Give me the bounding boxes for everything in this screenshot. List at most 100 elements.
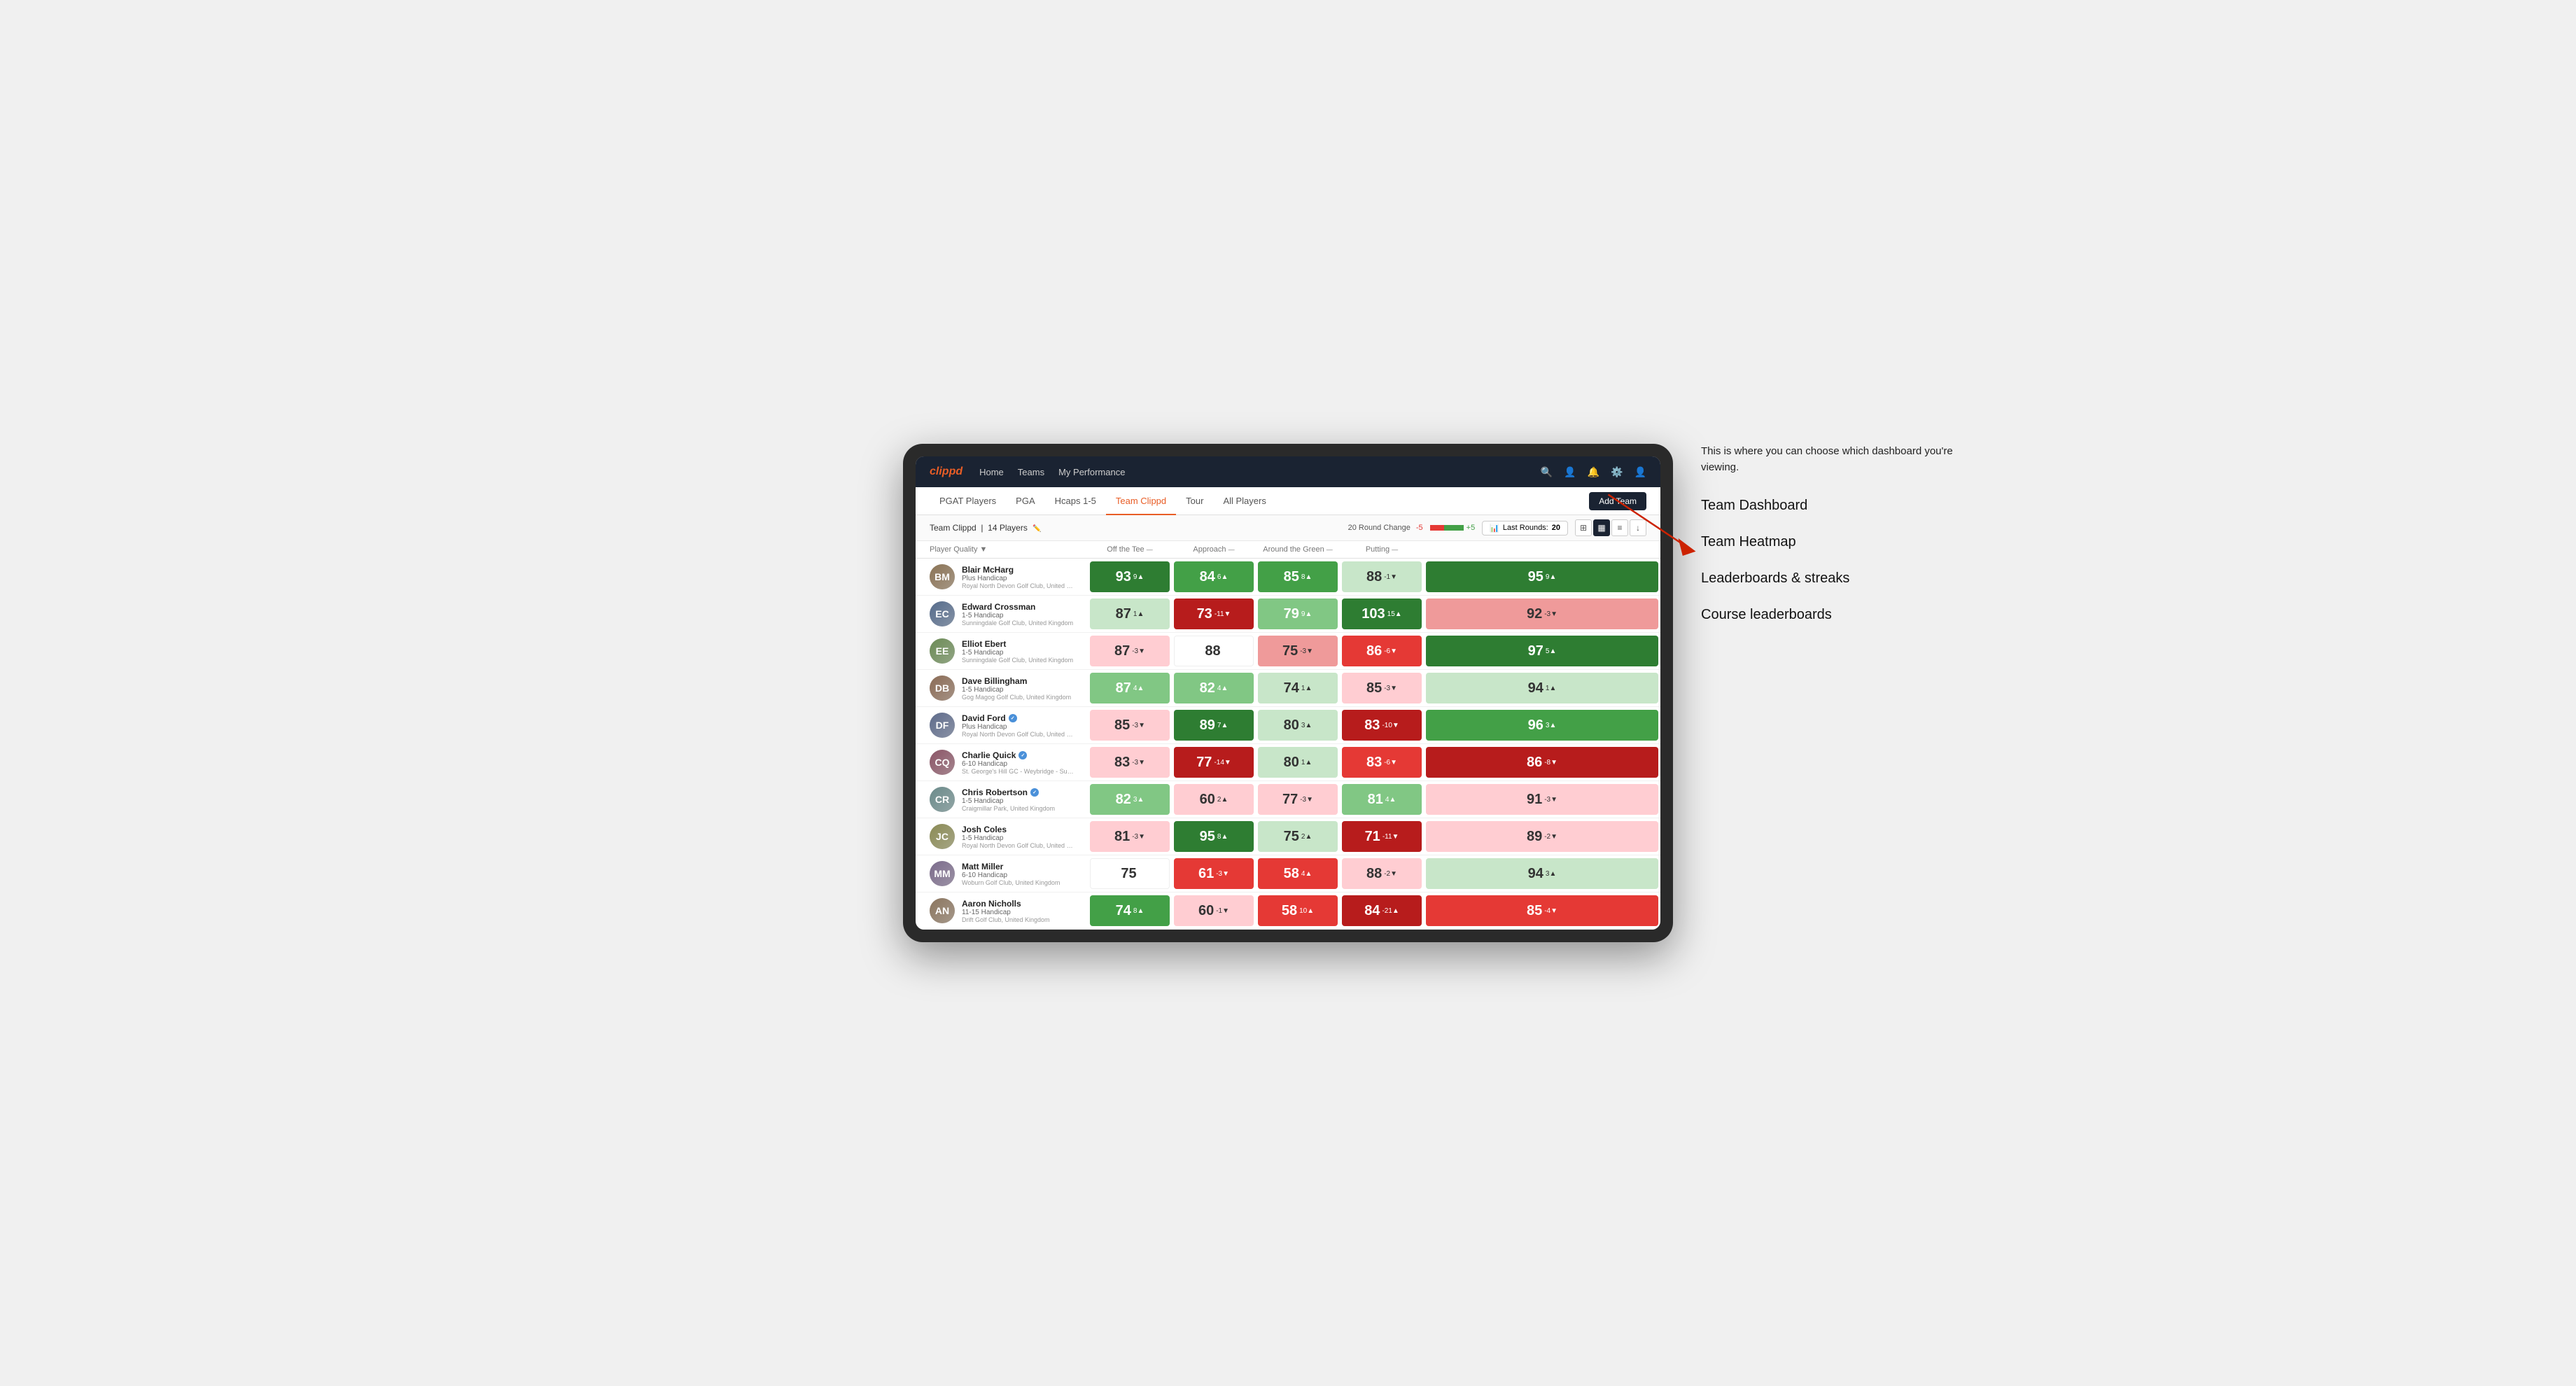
score-cell-4[interactable]: 86 -8▼ — [1424, 744, 1660, 781]
score-box: 60 -1▼ — [1174, 895, 1254, 926]
score-cell-1[interactable]: 60 2▲ — [1172, 781, 1256, 818]
view-list-icon[interactable]: ≡ — [1611, 519, 1628, 536]
score-cell-2[interactable]: 77 -3▼ — [1256, 781, 1340, 818]
score-box: 88 — [1174, 636, 1254, 666]
score-cell-3[interactable]: 83 -6▼ — [1340, 744, 1424, 781]
app-logo[interactable]: clippd — [930, 465, 962, 478]
score-cell-1[interactable]: 88 — [1172, 633, 1256, 670]
score-cell-1[interactable]: 82 4▲ — [1172, 670, 1256, 707]
add-team-button[interactable]: Add Team — [1589, 492, 1646, 510]
score-cell-0[interactable]: 87 4▲ — [1088, 670, 1172, 707]
score-cell-0[interactable]: 82 3▲ — [1088, 781, 1172, 818]
search-icon[interactable]: 🔍 — [1541, 466, 1553, 478]
player-name[interactable]: Aaron Nicholls — [962, 899, 1074, 909]
score-cell-1[interactable]: 84 6▲ — [1172, 559, 1256, 596]
edit-icon[interactable]: ✏️ — [1032, 525, 1041, 533]
score-cell-3[interactable]: 81 4▲ — [1340, 781, 1424, 818]
score-value: 73 — [1197, 606, 1212, 622]
score-cell-4[interactable]: 94 3▲ — [1424, 855, 1660, 892]
score-cell-1[interactable]: 60 -1▼ — [1172, 892, 1256, 930]
bar-green — [1444, 525, 1464, 531]
score-cell-4[interactable]: 96 3▲ — [1424, 707, 1660, 744]
view-heatmap-icon[interactable]: ▦ — [1593, 519, 1610, 536]
score-cell-0[interactable]: 85 -3▼ — [1088, 707, 1172, 744]
score-cell-3[interactable]: 86 -6▼ — [1340, 633, 1424, 670]
user-avatar[interactable]: 👤 — [1634, 466, 1646, 478]
score-cell-3[interactable]: 71 -11▼ — [1340, 818, 1424, 855]
score-cell-4[interactable]: 92 -3▼ — [1424, 596, 1660, 633]
score-cell-4[interactable]: 97 5▲ — [1424, 633, 1660, 670]
score-box: 83 -3▼ — [1090, 747, 1170, 778]
player-name[interactable]: Matt Miller — [962, 862, 1074, 872]
score-cell-3[interactable]: 85 -3▼ — [1340, 670, 1424, 707]
player-name[interactable]: Josh Coles — [962, 825, 1074, 834]
score-box: 87 4▲ — [1090, 673, 1170, 704]
player-handicap: 1-5 Handicap — [962, 834, 1074, 842]
score-cell-1[interactable]: 61 -3▼ — [1172, 855, 1256, 892]
score-cell-2[interactable]: 79 9▲ — [1256, 596, 1340, 633]
score-cell-1[interactable]: 73 -11▼ — [1172, 596, 1256, 633]
sub-nav-pga[interactable]: PGA — [1006, 487, 1044, 515]
score-cell-2[interactable]: 80 1▲ — [1256, 744, 1340, 781]
score-cell-3[interactable]: 84 -21▲ — [1340, 892, 1424, 930]
avatar-initials: CQ — [930, 750, 955, 775]
score-cell-2[interactable]: 80 3▲ — [1256, 707, 1340, 744]
score-cell-0[interactable]: 74 8▲ — [1088, 892, 1172, 930]
view-download-icon[interactable]: ↓ — [1630, 519, 1646, 536]
nav-link-teams[interactable]: Teams — [1018, 467, 1044, 477]
sub-nav-tour[interactable]: Tour — [1176, 487, 1213, 515]
score-cell-4[interactable]: 85 -4▼ — [1424, 892, 1660, 930]
score-cell-1[interactable]: 89 7▲ — [1172, 707, 1256, 744]
player-name[interactable]: David Ford ✓ — [962, 713, 1074, 723]
score-cell-2[interactable]: 58 10▲ — [1256, 892, 1340, 930]
score-change: -3▼ — [1132, 648, 1145, 655]
score-cell-0[interactable]: 87 -3▼ — [1088, 633, 1172, 670]
score-cell-0[interactable]: 81 -3▼ — [1088, 818, 1172, 855]
score-cell-0[interactable]: 83 -3▼ — [1088, 744, 1172, 781]
player-avatar: EC — [930, 601, 955, 626]
score-value: 80 — [1284, 755, 1299, 771]
player-info-cell: CR Chris Robertson ✓ 1-5 Handicap Craigm… — [916, 783, 1088, 816]
score-change: 8▲ — [1301, 573, 1312, 581]
settings-icon[interactable]: ⚙️ — [1611, 466, 1623, 478]
last-rounds-button[interactable]: 📊 Last Rounds: 20 — [1482, 521, 1568, 536]
score-cell-1[interactable]: 77 -14▼ — [1172, 744, 1256, 781]
score-cell-3[interactable]: 103 15▲ — [1340, 596, 1424, 633]
notifications-icon[interactable]: 🔔 — [1588, 466, 1600, 478]
score-cell-1[interactable]: 95 8▲ — [1172, 818, 1256, 855]
score-cell-0[interactable]: 75 — [1088, 855, 1172, 892]
score-cell-2[interactable]: 85 8▲ — [1256, 559, 1340, 596]
sub-nav-all-players[interactable]: All Players — [1213, 487, 1275, 515]
player-name[interactable]: Dave Billingham — [962, 676, 1074, 686]
player-name[interactable]: Blair McHarg — [962, 565, 1074, 575]
player-cell: DF David Ford ✓ Plus Handicap Royal Nort… — [916, 707, 1088, 744]
nav-link-home[interactable]: Home — [979, 467, 1004, 477]
score-cell-3[interactable]: 83 -10▼ — [1340, 707, 1424, 744]
view-grid-icon[interactable]: ⊞ — [1575, 519, 1592, 536]
player-name[interactable]: Elliot Ebert — [962, 639, 1074, 649]
person-icon[interactable]: 👤 — [1564, 466, 1576, 478]
score-cell-4[interactable]: 89 -2▼ — [1424, 818, 1660, 855]
score-cell-3[interactable]: 88 -1▼ — [1340, 559, 1424, 596]
player-name[interactable]: Chris Robertson ✓ — [962, 788, 1074, 797]
sub-nav-team-clippd[interactable]: Team Clippd — [1106, 487, 1176, 515]
score-cell-2[interactable]: 58 4▲ — [1256, 855, 1340, 892]
player-name[interactable]: Edward Crossman — [962, 602, 1074, 612]
sub-nav-pgat[interactable]: PGAT Players — [930, 487, 1006, 515]
score-cell-4[interactable]: 95 9▲ — [1424, 559, 1660, 596]
player-club: Gog Magog Golf Club, United Kingdom — [962, 694, 1074, 701]
score-cell-2[interactable]: 75 2▲ — [1256, 818, 1340, 855]
nav-link-my-performance[interactable]: My Performance — [1058, 467, 1125, 477]
score-cell-2[interactable]: 75 -3▼ — [1256, 633, 1340, 670]
player-name[interactable]: Charlie Quick ✓ — [962, 750, 1074, 760]
score-cell-0[interactable]: 93 9▲ — [1088, 559, 1172, 596]
score-cell-0[interactable]: 87 1▲ — [1088, 596, 1172, 633]
score-value: 88 — [1366, 866, 1382, 882]
score-box: 95 9▲ — [1426, 561, 1658, 592]
score-cell-3[interactable]: 88 -2▼ — [1340, 855, 1424, 892]
score-cell-4[interactable]: 94 1▲ — [1424, 670, 1660, 707]
sub-nav-hcaps[interactable]: Hcaps 1-5 — [1045, 487, 1106, 515]
score-cell-4[interactable]: 91 -3▼ — [1424, 781, 1660, 818]
player-info-cell: EC Edward Crossman 1-5 Handicap Sunningd… — [916, 597, 1088, 631]
score-cell-2[interactable]: 74 1▲ — [1256, 670, 1340, 707]
